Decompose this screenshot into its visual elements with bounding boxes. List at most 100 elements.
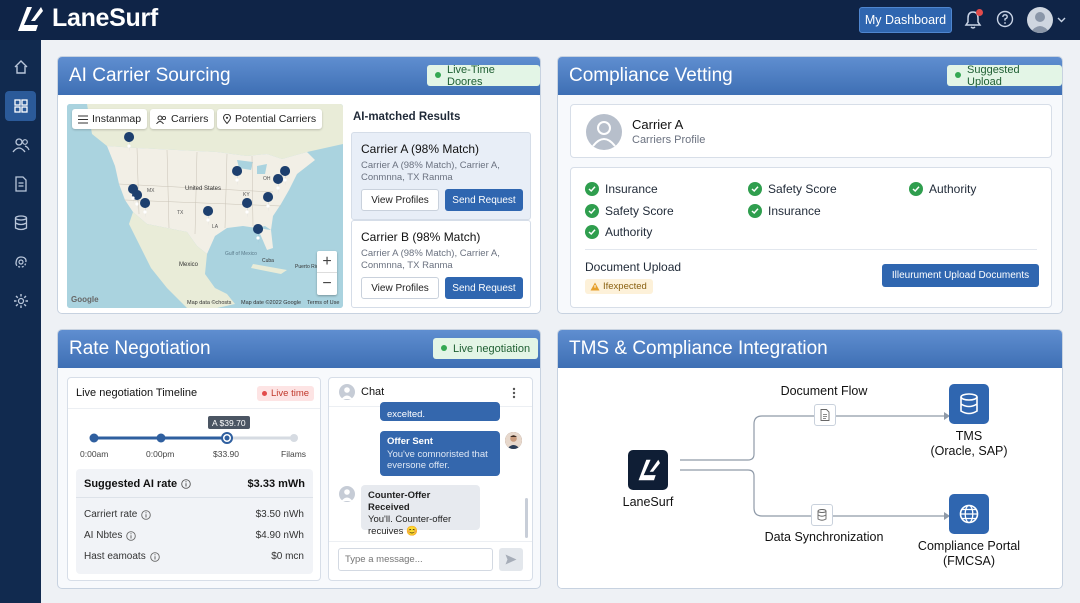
app-name: LaneSurf	[52, 4, 158, 32]
home-icon	[14, 60, 27, 74]
chevron-down-icon[interactable]	[1057, 15, 1066, 24]
negotiation-timeline-card: Live negotiation Timeline Live time A $3…	[67, 377, 321, 581]
check-item: Safety Score	[585, 204, 674, 218]
document-icon	[14, 176, 27, 192]
carrier-profile-card[interactable]: Carrier A Carriers Profile	[570, 104, 1052, 158]
database-icon	[960, 393, 978, 415]
lanesurf-node-label: LaneSurf	[622, 495, 674, 509]
divider	[68, 408, 320, 409]
tms-node[interactable]	[949, 384, 989, 424]
rate-row: Carriert rate $3.50 nWh	[84, 509, 304, 520]
panel-title: Compliance Vetting	[569, 65, 733, 86]
map-chip-carriers[interactable]: Carriers	[150, 109, 215, 129]
timeline-label: 0:00pm	[146, 449, 175, 459]
sidebar-item-integrations[interactable]	[5, 247, 36, 277]
map-chip-potential-carriers[interactable]: Potential Carriers	[217, 109, 323, 129]
map-attribution: Map date ©2022 Google	[241, 300, 302, 306]
result-card[interactable]: Carrier A (98% Match) Carrier A (98% Mat…	[351, 132, 531, 220]
send-message-button[interactable]	[499, 548, 523, 571]
timeline-slider[interactable]	[88, 430, 303, 446]
info-icon[interactable]	[181, 479, 191, 489]
check-item: Authority	[585, 225, 652, 239]
carrier-subtitle: Carriers Profile	[632, 134, 706, 146]
warning-icon	[590, 282, 600, 291]
check-item: Insurance	[585, 182, 658, 196]
divider	[585, 249, 1037, 250]
document-upload-label: Document Upload	[585, 260, 682, 274]
chat-card: Chat excelted. Offer Sent You've comnori…	[328, 377, 533, 581]
suggested-rate-value: $3.33 mWh	[247, 478, 305, 490]
results-title: AI-matched Results	[353, 111, 461, 123]
chat-title: Chat	[361, 386, 385, 398]
map-terms-link[interactable]: Terms of Use	[307, 300, 339, 306]
sidebar-item-documents[interactable]	[5, 169, 36, 199]
timeline-label: Filams	[281, 449, 307, 459]
map-attribution: Map data ©chosts	[187, 300, 232, 306]
sidebar-item-users[interactable]	[5, 130, 36, 160]
sidebar-item-database[interactable]	[5, 208, 36, 238]
document-icon	[820, 409, 830, 421]
chat-message-sent: Offer Sent You've comnoristed that evers…	[380, 431, 500, 476]
document-status-badge: Ifexpected	[585, 279, 653, 294]
result-description: Carrier A (98% Match), Carrier A, Conmnn…	[361, 248, 500, 271]
result-card[interactable]: Carrier B (98% Match) Carrier A (98% Mat…	[351, 220, 531, 308]
check-icon	[909, 182, 923, 196]
svg-text:KY: KY	[243, 192, 250, 198]
info-icon[interactable]	[149, 551, 160, 562]
user-avatar[interactable]	[1027, 7, 1053, 33]
check-item: Authority	[909, 182, 976, 196]
timeline-title: Live negotiation Timeline	[76, 387, 198, 399]
result-description: Carrier A (98% Match), Carrier A, Conmnn…	[361, 160, 500, 183]
divider	[329, 541, 532, 542]
chat-message-sent: excelted.	[380, 402, 500, 421]
carrier-map[interactable]: United States Gulf of Mexico Mexico Cuba…	[67, 104, 343, 308]
sourcing-body: United States Gulf of Mexico Mexico Cuba…	[58, 95, 540, 313]
sidebar-item-home[interactable]	[5, 52, 36, 82]
zoom-out-button[interactable]: −	[317, 273, 337, 295]
rate-negotiation-panel: Rate Negotiation Live negotiation Live n…	[57, 329, 541, 589]
avatar	[505, 432, 522, 449]
sidebar-item-dashboard[interactable]	[5, 91, 36, 121]
compliance-vetting-panel: Compliance Vetting Suggested Upload Carr…	[557, 56, 1063, 314]
compliance-portal-node[interactable]	[949, 494, 989, 534]
data-sync-node	[811, 504, 833, 526]
more-options-icon[interactable]	[512, 387, 516, 399]
timeline-label: $33.90	[213, 449, 239, 459]
panel-title: Rate Negotiation	[69, 338, 211, 359]
tms-integration-panel: TMS & Compliance Integration LaneSurf Do…	[557, 329, 1063, 589]
timeline-label: 0:00am	[80, 449, 109, 459]
avatar	[586, 114, 622, 150]
rate-row: Hast eamoats $0 mcn	[84, 551, 304, 562]
svg-text:Mexico: Mexico	[179, 262, 199, 268]
panel-title: TMS & Compliance Integration	[569, 338, 828, 359]
app-logo[interactable]: LaneSurf	[14, 4, 158, 33]
lanesurf-node[interactable]	[628, 450, 668, 490]
map-chip-instanmap[interactable]: Instanmap	[72, 109, 148, 129]
svg-text:United States: United States	[185, 186, 221, 192]
sidebar-item-settings[interactable]	[5, 286, 36, 316]
chat-message-input[interactable]	[338, 548, 493, 571]
info-icon[interactable]	[141, 509, 152, 520]
send-request-button[interactable]: Send Request	[445, 277, 523, 299]
lanesurf-logo-icon	[638, 459, 660, 481]
send-request-button[interactable]: Send Request	[445, 189, 523, 211]
check-icon	[585, 182, 599, 196]
my-dashboard-button[interactable]: My Dashboard	[859, 7, 952, 33]
upload-documents-button[interactable]: Illeurument Upload Documents	[882, 264, 1039, 287]
view-profiles-button[interactable]: View Profiles	[361, 277, 439, 299]
check-item: Safety Score	[748, 182, 837, 196]
compliance-node-sublabel: (FMCSA)	[942, 554, 996, 568]
status-badge: Live-Time Doores	[427, 64, 540, 88]
check-icon	[585, 225, 599, 239]
chat-scrollbar[interactable]	[525, 498, 528, 538]
help-icon[interactable]	[996, 10, 1014, 28]
lanesurf-logo-icon	[18, 6, 43, 31]
view-profiles-button[interactable]: View Profiles	[361, 189, 439, 211]
panel-header: TMS & Compliance Integration	[558, 330, 1062, 368]
document-flow-node	[814, 404, 836, 426]
zoom-in-button[interactable]: +	[317, 251, 337, 273]
info-icon[interactable]	[126, 530, 137, 541]
integration-icon	[14, 256, 27, 268]
flow-label-sync: Data Synchronization	[764, 530, 884, 544]
svg-text:Gulf of Mexico: Gulf of Mexico	[225, 251, 257, 257]
